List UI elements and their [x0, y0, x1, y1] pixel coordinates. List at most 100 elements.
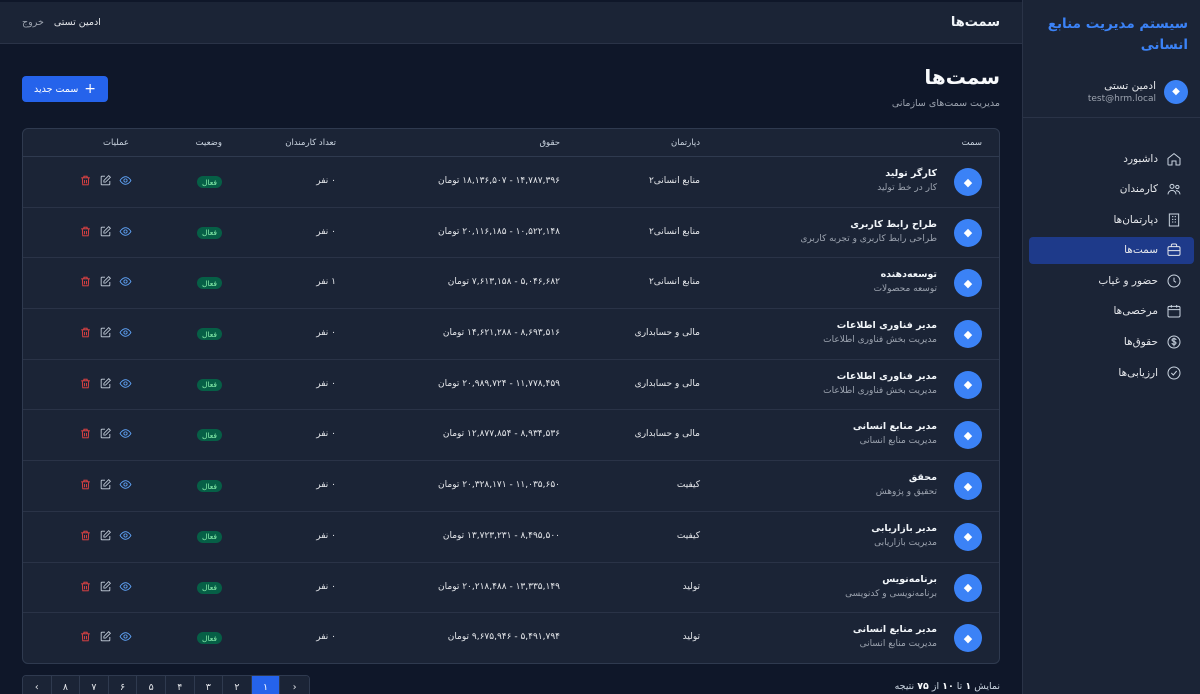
employee-count-cell: ۰ نفر — [316, 429, 336, 440]
pagination-from: ۱ — [965, 681, 972, 692]
next-page-button[interactable]: ‹ — [23, 676, 52, 694]
header-department: دپارتمان — [671, 138, 700, 148]
salary-range-cell: ۱۱,۷۷۸,۴۵۹ - ۲۰,۹۸۹,۷۲۴ تومان — [438, 378, 560, 389]
table-row: ◆ طراح رابط کاربری طراحی رابط کاربری و تجر… — [23, 208, 999, 259]
sidebar-item-label: کارمندان — [1119, 183, 1158, 196]
edit-icon[interactable] — [99, 225, 112, 238]
new-position-button[interactable]: + سمت جدید — [22, 76, 108, 102]
view-icon[interactable] — [119, 529, 132, 542]
table-row: ◆ مدیر فناوری اطلاعات مدیریت بخش فناوری اط… — [23, 309, 999, 360]
position-icon: ◆ — [954, 624, 982, 653]
pagination-to: ۱۰ — [942, 681, 954, 692]
position-icon: ◆ — [954, 573, 982, 602]
view-icon[interactable] — [119, 174, 132, 187]
sidebar-item-label: حضور و غیاب — [1098, 274, 1158, 287]
department-cell: تولید — [682, 632, 700, 643]
page-button[interactable]: ۷ — [80, 676, 109, 694]
view-icon[interactable] — [119, 225, 132, 238]
topbar-user-name[interactable]: ادمین تستی — [54, 17, 101, 28]
delete-icon[interactable] — [79, 275, 92, 288]
edit-icon[interactable] — [99, 630, 112, 643]
position-description: تحقیق و پژوهش — [875, 487, 937, 498]
page-button[interactable]: ۳ — [194, 676, 224, 694]
prev-page-button[interactable]: › — [280, 676, 309, 694]
delete-icon[interactable] — [79, 377, 92, 390]
row-actions — [79, 174, 132, 187]
position-title: مدیر بازاریابی — [871, 522, 937, 534]
salary-range-cell: ۱۰,۵۲۲,۱۴۸ - ۲۰,۱۱۶,۱۸۵ تومان — [438, 226, 560, 237]
sidebar-item-positions[interactable]: سمت‌ها — [1029, 236, 1194, 264]
sidebar-item-salaries[interactable]: حقوق‌ها — [1029, 329, 1194, 356]
view-icon[interactable] — [119, 377, 132, 390]
delete-icon[interactable] — [79, 326, 92, 339]
page-header: سمت‌ها مدیریت سمت‌های سازمانی — [892, 65, 1000, 109]
view-icon[interactable] — [119, 478, 132, 491]
page-title: سمت‌ها — [924, 65, 1000, 89]
user-avatar-icon: ◆ — [1164, 79, 1188, 104]
sidebar-item-evaluations[interactable]: ارزیابی‌ها — [1029, 359, 1194, 386]
pagination-to-word: تا — [956, 681, 963, 692]
sidebar-item-employees[interactable]: کارمندان — [1029, 176, 1194, 203]
status-badge: فعال — [197, 328, 222, 341]
page-button[interactable]: ۶ — [108, 676, 138, 694]
header-salary: حقوق — [539, 138, 560, 148]
status-badge: فعال — [197, 632, 222, 645]
page-button[interactable]: ۸ — [51, 676, 81, 694]
delete-icon[interactable] — [79, 427, 92, 440]
delete-icon[interactable] — [79, 478, 92, 491]
home-icon — [1166, 151, 1182, 167]
edit-icon[interactable] — [99, 580, 112, 593]
edit-icon[interactable] — [99, 275, 112, 288]
position-title: مدیر فناوری اطلاعات — [836, 370, 937, 382]
edit-icon[interactable] — [99, 529, 112, 542]
position-title: مدیر منابع انسانی — [852, 624, 937, 636]
table-row: ◆ مدیر فناوری اطلاعات مدیریت بخش فناوری اط… — [23, 360, 999, 411]
status-badge: فعال — [197, 429, 222, 442]
edit-icon[interactable] — [99, 377, 112, 390]
page-button[interactable]: ۱ — [251, 676, 281, 694]
edit-icon[interactable] — [99, 427, 112, 440]
user-profile: ◆ ادمین تستی test@hrm.local — [1023, 66, 1200, 118]
delete-icon[interactable] — [79, 580, 92, 593]
department-cell: کیفیت — [676, 530, 700, 541]
sidebar-item-label: داشبورد — [1123, 152, 1158, 165]
view-icon[interactable] — [119, 427, 132, 440]
building-icon — [1166, 212, 1182, 228]
status-badge: فعال — [197, 480, 222, 493]
view-icon[interactable] — [119, 275, 132, 288]
sidebar-item-label: سمت‌ها — [1124, 244, 1158, 257]
status-badge: فعال — [197, 378, 222, 391]
header-position: سمت — [961, 138, 982, 148]
sidebar-item-leaves[interactable]: مرخصی‌ها — [1029, 298, 1194, 325]
sidebar-item-departments[interactable]: دپارتمان‌ها — [1029, 206, 1194, 233]
delete-icon[interactable] — [79, 225, 92, 238]
sidebar-item-attendance[interactable]: حضور و غیاب — [1029, 267, 1194, 294]
position-icon: ◆ — [954, 269, 982, 298]
row-actions — [79, 326, 132, 339]
sidebar-item-label: دپارتمان‌ها — [1113, 213, 1158, 226]
sidebar-item-dashboard[interactable]: داشبورد — [1029, 145, 1194, 172]
briefcase-icon — [1166, 242, 1182, 258]
view-icon[interactable] — [119, 326, 132, 339]
position-icon: ◆ — [954, 522, 982, 551]
main-content: سمت‌ها مدیریت سمت‌های سازمانی + سمت جدید… — [0, 45, 1022, 694]
page-button[interactable]: ۲ — [223, 676, 252, 694]
edit-icon[interactable] — [99, 174, 112, 187]
department-cell: کیفیت — [676, 480, 700, 491]
logout-link[interactable]: خروج — [22, 17, 44, 28]
header-actions: عملیات — [103, 138, 129, 148]
delete-icon[interactable] — [79, 174, 92, 187]
view-icon[interactable] — [119, 630, 132, 643]
edit-icon[interactable] — [99, 478, 112, 491]
department-cell: منابع انسانی۲ — [648, 277, 700, 288]
app-brand[interactable]: سیستم مدیریت منابع انسانی — [1023, 0, 1200, 66]
employee-count-cell: ۰ نفر — [316, 480, 336, 491]
department-cell: منابع انسانی۲ — [648, 176, 700, 186]
page-button[interactable]: ۴ — [165, 676, 195, 694]
delete-icon[interactable] — [79, 529, 92, 542]
view-icon[interactable] — [119, 580, 132, 593]
positions-table: سمت دپارتمان حقوق تعداد کارمندان وضعیت ع… — [22, 128, 1000, 664]
edit-icon[interactable] — [99, 326, 112, 339]
delete-icon[interactable] — [79, 630, 92, 643]
page-button[interactable]: ۵ — [137, 676, 166, 694]
